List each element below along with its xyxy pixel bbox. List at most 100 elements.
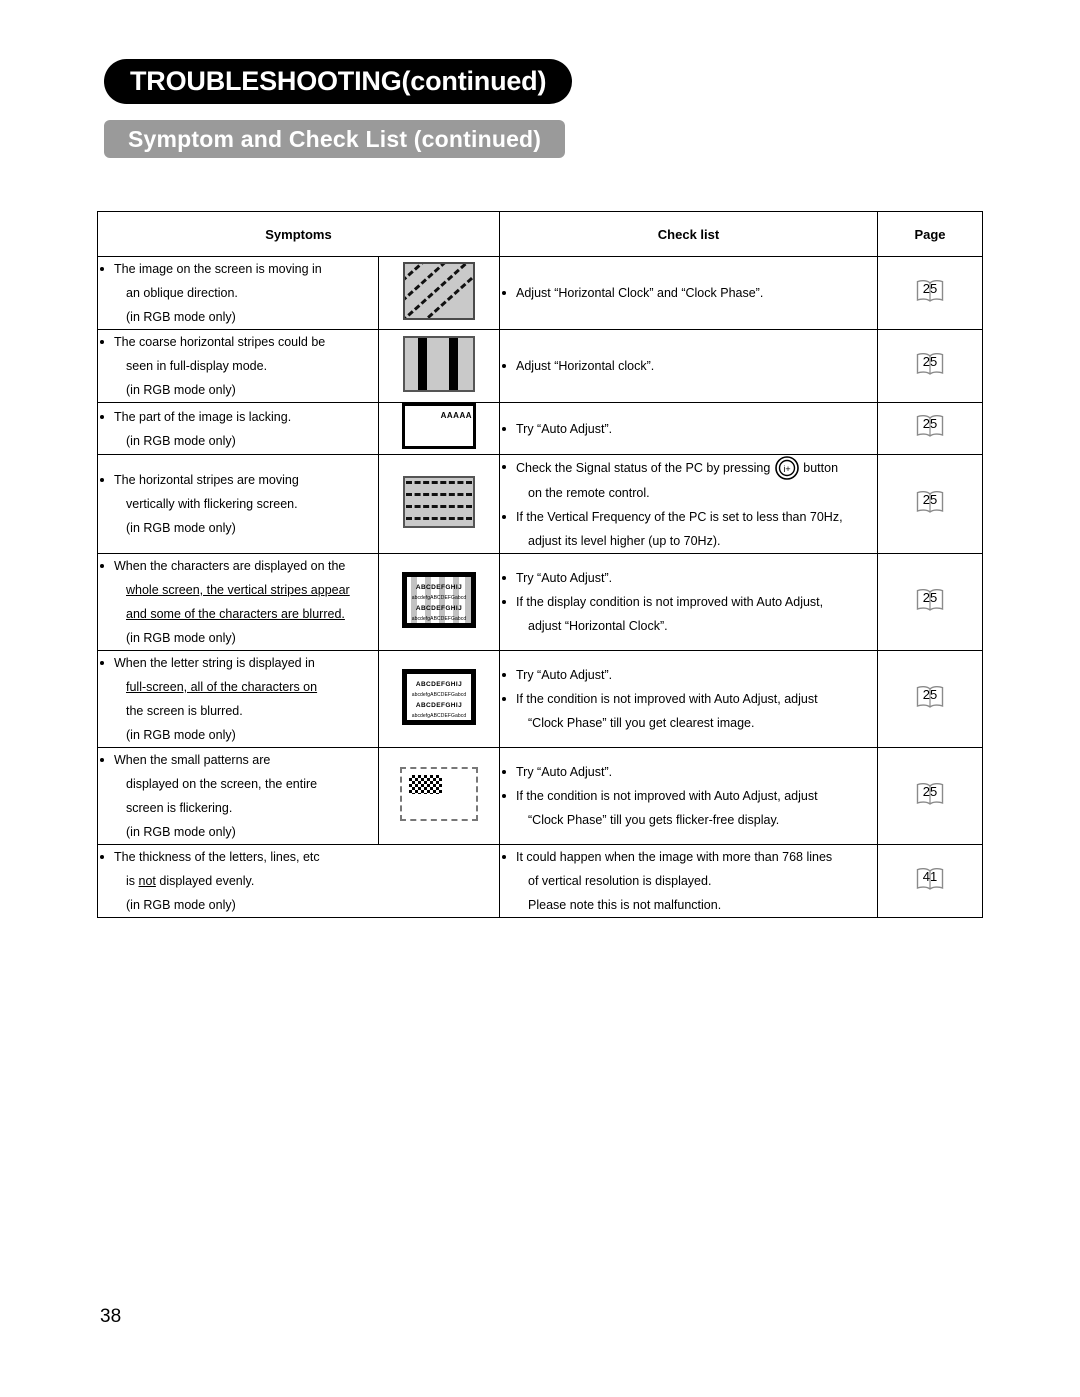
symptom-line: When the characters are displayed on the: [98, 554, 378, 578]
striped-characters-thumbnail: ABCDEFGHIJ abcdefgABCDEFGabcd ABCDEFGHIJ…: [402, 571, 476, 628]
thumbnail-cell: [378, 454, 500, 554]
symptom-line: (in RGB mode only): [126, 825, 236, 839]
symptom-line: screen is flickering.: [126, 801, 233, 815]
thumbnail-text-line: ABCDEFGHIJ: [415, 680, 463, 688]
check-line: Try “Auto Adjust”.: [500, 417, 877, 441]
thumbnail-text-block: ABCDEFGHIJ abcdefgABCDEFGabcd ABCDEFGHIJ…: [407, 582, 471, 623]
oblique-dashed-stripes-thumbnail: [403, 261, 475, 320]
symptom-cell: The thickness of the letters, lines, etc…: [97, 844, 500, 918]
symptom-cell: When the letter string is displayed in f…: [97, 650, 379, 748]
symptom-line: seen in full-display mode.: [126, 359, 268, 373]
check-line: If the Vertical Frequency of the PC is s…: [500, 505, 877, 529]
symptom-cell: When the small patterns are displayed on…: [97, 747, 379, 845]
symptom-line: is not displayed evenly.: [126, 874, 255, 888]
chapter-title-banner: TROUBLESHOOTING(continued): [104, 59, 573, 104]
page-book-icon: 25: [915, 781, 945, 807]
thumbnail-text-line: abcdefgABCDEFGabcd: [411, 615, 467, 622]
thumbnail-cell: [378, 747, 500, 845]
check-list-cell: It could happen when the image with more…: [499, 844, 878, 918]
symptom-line: full-screen, all of the characters on: [126, 680, 318, 694]
page-number-value: 25: [922, 280, 938, 296]
symptom-line: (in RGB mode only): [126, 631, 236, 645]
symptom-line: The coarse horizontal stripes could be: [98, 330, 378, 354]
check-line: “Clock Phase” till you get clearest imag…: [528, 716, 755, 730]
page-book-icon: 25: [915, 413, 945, 439]
page-number-value: 25: [922, 589, 938, 605]
page-ref-cell: 25: [877, 256, 983, 330]
table-row: When the small patterns are displayed on…: [97, 747, 983, 845]
table-row: The thickness of the letters, lines, etc…: [97, 844, 983, 918]
svg-text:i+: i+: [783, 464, 790, 474]
emphasis-not: not: [138, 874, 156, 888]
check-list-cell: Try “Auto Adjust”.: [499, 402, 878, 455]
symptom-line: (in RGB mode only): [126, 728, 236, 742]
page-book-icon: 25: [915, 351, 945, 377]
symptom-line: The horizontal stripes are moving: [98, 468, 378, 492]
check-list-cell: Try “Auto Adjust”. If the condition is n…: [499, 747, 878, 845]
page-number-value: 41: [922, 868, 938, 884]
page-ref-cell: 25: [877, 454, 983, 554]
check-line: It could happen when the image with more…: [500, 845, 877, 869]
page-number-value: 25: [922, 686, 938, 702]
page-ref-cell: 25: [877, 747, 983, 845]
check-list-cell: Try “Auto Adjust”. If the condition is n…: [499, 650, 878, 748]
check-line: Try “Auto Adjust”.: [500, 760, 877, 784]
page-ref-cell: 25: [877, 553, 983, 651]
symptom-line: The part of the image is lacking.: [98, 405, 378, 429]
dashed-horizontal-stripes-thumbnail: [403, 475, 475, 528]
thumbnail-text-line: ABCDEFGHIJ: [415, 604, 463, 612]
thumbnail-cell: ABCDEFGHIJ abcdefgABCDEFGabcd ABCDEFGHIJ…: [378, 650, 500, 748]
symptom-line: The thickness of the letters, lines, etc: [98, 845, 499, 869]
check-line: adjust its level higher (up to 70Hz).: [528, 534, 721, 548]
symptom-line: (in RGB mode only): [126, 310, 236, 324]
coarse-vertical-stripes-thumbnail: [403, 335, 475, 392]
checkerboard-pattern-thumbnail: [400, 766, 478, 821]
page-ref-cell: 25: [877, 650, 983, 748]
symptom-line: When the small patterns are: [98, 748, 378, 772]
check-line-text-before-icon: Check the Signal status of the PC by pre…: [516, 461, 771, 475]
check-list-cell: Adjust “Horizontal clock”.: [499, 329, 878, 403]
symptom-line: The image on the screen is moving in: [98, 257, 378, 281]
check-line: Adjust “Horizontal Clock” and “Clock Pha…: [500, 281, 877, 305]
check-line: If the condition is not improved with Au…: [500, 687, 877, 711]
check-list-cell: Check the Signal status of the PC by pre…: [499, 454, 878, 554]
thumbnail-cell: AAAAA: [378, 402, 500, 455]
symptom-cell: When the characters are displayed on the…: [97, 553, 379, 651]
symptom-line: vertically with flickering screen.: [126, 497, 298, 511]
check-line: Try “Auto Adjust”.: [500, 566, 877, 590]
symptom-cell: The part of the image is lacking. (in RG…: [97, 402, 379, 455]
symptom-line: whole screen, the vertical stripes appea…: [126, 583, 350, 597]
thumbnail-text: AAAAA: [440, 411, 472, 420]
thumbnail-text-line: ABCDEFGHIJ: [415, 583, 463, 591]
column-header-page: Page: [877, 211, 983, 257]
table-row: The part of the image is lacking. (in RG…: [97, 402, 983, 455]
chapter-title-text: TROUBLESHOOTING(continued): [130, 66, 547, 96]
checkerboard-grid: [409, 774, 442, 794]
column-header-check-list: Check list: [499, 211, 878, 257]
thumbnail-text-line: abcdefgABCDEFGabcd: [411, 691, 467, 698]
page-number-value: 25: [922, 491, 938, 507]
symptom-line: (in RGB mode only): [126, 383, 236, 397]
page-book-icon: 25: [915, 684, 945, 710]
thumbnail-cell: [378, 256, 500, 330]
symptom-line: (in RGB mode only): [126, 521, 236, 535]
check-line: of vertical resolution is displayed.: [528, 874, 712, 888]
symptom-line: the screen is blurred.: [126, 704, 243, 718]
thumbnail-text-line: abcdefgABCDEFGabcd: [411, 712, 467, 719]
table-row: The image on the screen is moving in an …: [97, 256, 983, 330]
table-header-row: Symptoms Check list Page: [97, 211, 983, 257]
page-ref-cell: 25: [877, 329, 983, 403]
check-line: Adjust “Horizontal clock”.: [500, 354, 877, 378]
page-book-icon: 25: [915, 587, 945, 613]
symptom-cell: The image on the screen is moving in an …: [97, 256, 379, 330]
symptom-check-table: Symptoms Check list Page The image on th…: [97, 211, 983, 918]
page-number-value: 25: [922, 353, 938, 369]
section-title-text: Symptom and Check List (continued): [128, 125, 542, 152]
check-list-cell: Adjust “Horizontal Clock” and “Clock Pha…: [499, 256, 878, 330]
thumbnail-text-block: ABCDEFGHIJ abcdefgABCDEFGabcd ABCDEFGHIJ…: [407, 679, 471, 720]
table-row: The coarse horizontal stripes could be s…: [97, 329, 983, 403]
thumbnail-cell: [378, 329, 500, 403]
table-row: The horizontal stripes are moving vertic…: [97, 454, 983, 554]
thumbnail-text-line: ABCDEFGHIJ: [415, 701, 463, 709]
check-line: Check the Signal status of the PC by pre…: [500, 455, 877, 481]
